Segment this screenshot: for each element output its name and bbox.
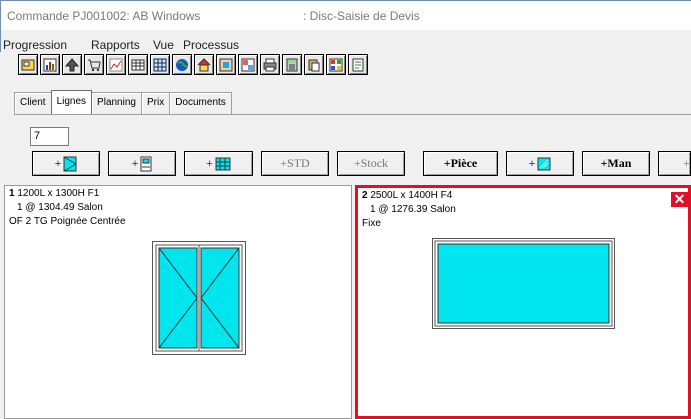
close-icon[interactable]: ✕ xyxy=(671,192,688,207)
tab-client[interactable]: Client xyxy=(14,92,52,114)
gallery-icon[interactable] xyxy=(238,54,258,75)
tab-strip: Client Lignes Planning Prix Documents xyxy=(14,90,232,114)
globe-icon[interactable] xyxy=(172,54,192,75)
frame-icon[interactable] xyxy=(216,54,236,75)
window-subtitle: : Disc-Saisie de Devis xyxy=(303,9,420,23)
window-drawing-fixed xyxy=(432,238,615,329)
menu-bar: Progression Rapports Vue Processus xyxy=(0,30,691,52)
add-more-button[interactable]: + xyxy=(658,151,691,176)
calculator-icon[interactable] xyxy=(282,54,302,75)
add-glass-label: + xyxy=(528,156,536,170)
item-card-1[interactable]: 1 1200L x 1300H F1 1 @ 1304.49 Salon OF … xyxy=(4,185,352,419)
table-icon[interactable] xyxy=(128,54,148,75)
tab-documents[interactable]: Documents xyxy=(169,92,232,114)
menu-rapports[interactable]: Rapports xyxy=(91,38,140,52)
window-title: Commande PJ001002: AB Windows xyxy=(7,9,201,23)
open-icon[interactable] xyxy=(18,54,38,75)
menu-processus[interactable]: Processus xyxy=(183,38,239,52)
item-dimensions: 2500L x 1400H F4 xyxy=(370,190,453,201)
add-man-button[interactable]: +Man xyxy=(582,151,650,176)
item-description: Fixe xyxy=(362,218,381,229)
item-price-line: 1 @ 1304.49 Salon xyxy=(17,202,103,213)
sheet-icon[interactable] xyxy=(348,54,368,75)
quantity-field[interactable]: 7 xyxy=(30,127,69,146)
toolbar xyxy=(18,54,368,76)
tab-prix[interactable]: Prix xyxy=(140,92,171,114)
paste-icon[interactable] xyxy=(304,54,324,75)
grid-icon[interactable] xyxy=(150,54,170,75)
add-std-button[interactable]: +STD xyxy=(261,151,329,176)
window-icon xyxy=(63,156,78,171)
grid-window-icon xyxy=(215,157,231,170)
item-number: 2 xyxy=(362,190,368,201)
line-chart-icon[interactable] xyxy=(106,54,126,75)
chart-icon[interactable] xyxy=(40,54,60,75)
menu-progression[interactable]: Progression xyxy=(3,38,67,52)
item-price-line: 1 @ 1276.39 Salon xyxy=(370,204,456,215)
palette-icon[interactable] xyxy=(326,54,346,75)
menu-vue[interactable]: Vue xyxy=(153,38,174,52)
add-window-button[interactable]: + xyxy=(32,151,100,176)
add-glass-button[interactable]: + xyxy=(506,151,574,176)
add-door-button[interactable]: + xyxy=(108,151,176,176)
add-stock-button[interactable]: +Stock xyxy=(337,151,405,176)
item-dimensions: 1200L x 1300H F1 xyxy=(17,188,100,199)
add-piece-button[interactable]: +Pièce xyxy=(423,151,498,176)
add-door-label: + xyxy=(131,156,139,170)
up-arrow-icon[interactable] xyxy=(62,54,82,75)
cart-icon[interactable] xyxy=(84,54,104,75)
tab-lignes[interactable]: Lignes xyxy=(50,90,93,114)
glass-icon xyxy=(537,157,551,170)
window-drawing-two-sash xyxy=(152,241,246,355)
door-icon xyxy=(140,156,152,171)
tab-planning[interactable]: Planning xyxy=(91,92,142,114)
add-window-label: + xyxy=(54,156,62,170)
print-icon[interactable] xyxy=(260,54,280,75)
item-card-2[interactable]: 2 2500L x 1400H F4 1 @ 1276.39 Salon Fix… xyxy=(355,185,691,419)
item-number: 1 xyxy=(9,188,15,199)
title-bar: Commande PJ001002: AB Windows : Disc-Sai… xyxy=(0,0,691,30)
item-description: OF 2 TG Poignée Centrée xyxy=(9,216,126,227)
add-grid-label: + xyxy=(206,156,213,170)
add-grid-button[interactable]: + xyxy=(184,151,253,176)
house-icon[interactable] xyxy=(194,54,214,75)
